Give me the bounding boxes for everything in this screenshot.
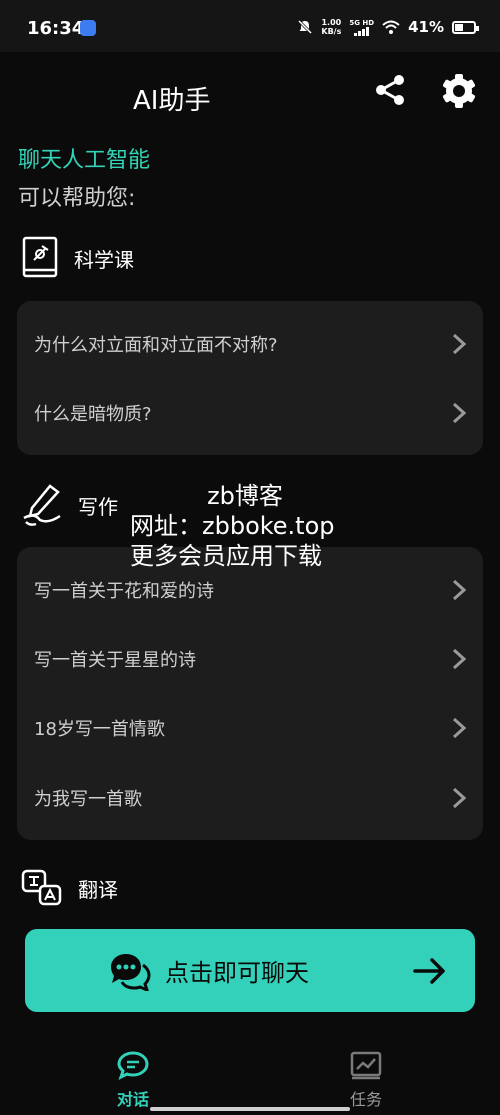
- writing-question-4[interactable]: 为我写一首歌: [34, 773, 466, 823]
- net-speed-value: 1.00: [321, 18, 342, 27]
- chevron-right-icon: [452, 717, 466, 739]
- page-title: AI助手: [133, 86, 211, 116]
- net-speed: 1.00 KB/s: [321, 18, 341, 36]
- status-bar: 16:34 1.00 KB/s 5G HD 41%: [0, 0, 500, 52]
- science-question-1[interactable]: 为什么对立面和对立面不对称?: [34, 319, 466, 369]
- chart-tab-icon: [350, 1051, 382, 1080]
- question-text: 18岁写一首情歌: [34, 719, 165, 740]
- question-text: 什么是暗物质?: [34, 404, 152, 425]
- watermark-line2: 网址：zbboke.top: [130, 512, 335, 540]
- writing-question-1[interactable]: 写一首关于花和爱的诗: [34, 565, 466, 615]
- status-right: 1.00 KB/s 5G HD 41%: [297, 18, 479, 36]
- question-text: 写一首关于星星的诗: [34, 650, 196, 671]
- section-science-label: 科学课: [74, 247, 134, 272]
- intro-title: 聊天人工智能: [18, 148, 151, 173]
- chevron-right-icon: [452, 648, 466, 670]
- wifi-icon: [382, 20, 400, 34]
- science-card: 为什么对立面和对立面不对称? 什么是暗物质?: [17, 301, 483, 455]
- cell-signal: 5G HD: [349, 19, 374, 36]
- chevron-right-icon: [452, 787, 466, 809]
- question-text: 写一首关于花和爱的诗: [34, 581, 214, 602]
- section-writing-label: 写作: [78, 494, 118, 519]
- watermark-overlay: zb博客 网址：zbboke.top 更多会员应用下载: [130, 481, 360, 571]
- settings-gear-icon[interactable]: [440, 72, 478, 110]
- share-icon[interactable]: [372, 72, 408, 108]
- start-chat-label: 点击即可聊天: [165, 959, 309, 987]
- section-science-header: 科学课: [20, 236, 134, 280]
- writing-question-3[interactable]: 18岁写一首情歌: [34, 703, 466, 753]
- muted-bell-icon: [298, 19, 313, 35]
- battery-percent: 41%: [408, 18, 444, 36]
- writing-question-2[interactable]: 写一首关于星星的诗: [34, 634, 466, 684]
- start-chat-button[interactable]: 点击即可聊天: [25, 929, 475, 1012]
- tab-tasks[interactable]: 任务: [326, 1050, 406, 1110]
- writing-hand-icon: [23, 484, 61, 526]
- chevron-right-icon: [452, 333, 466, 355]
- watermark-line3: 更多会员应用下载: [130, 542, 322, 570]
- arrow-right-icon: [413, 958, 445, 984]
- net-speed-unit: KB/s: [321, 27, 342, 36]
- chat-bubbles-icon: [111, 954, 151, 991]
- intro-subtitle: 可以帮助您:: [18, 186, 136, 211]
- section-translate-label: 翻译: [78, 877, 118, 902]
- chat-tab-icon: [117, 1051, 149, 1080]
- tab-chat[interactable]: 对话: [93, 1050, 173, 1110]
- status-time: 16:34: [27, 18, 85, 39]
- science-book-icon: [22, 236, 58, 278]
- chevron-right-icon: [452, 402, 466, 424]
- home-indicator[interactable]: [150, 1107, 350, 1111]
- chevron-right-icon: [452, 579, 466, 601]
- section-translate-header: 翻译: [20, 868, 118, 908]
- writing-card: 写一首关于花和爱的诗 写一首关于星星的诗 18岁写一首情歌 为我写一首歌: [17, 547, 483, 840]
- signal-label: 5G HD: [349, 18, 375, 27]
- question-text: 为什么对立面和对立面不对称?: [34, 335, 278, 356]
- watermark-line1: zb博客: [207, 482, 283, 510]
- section-writing-header: 写作: [20, 482, 118, 528]
- question-text: 为我写一首歌: [34, 789, 142, 810]
- app-notification-icon: [80, 20, 96, 36]
- translate-icon: [21, 869, 62, 906]
- battery-icon: [452, 20, 479, 34]
- bottom-tab-bar: 对话 任务: [0, 1040, 500, 1115]
- signal-bars-icon: [353, 26, 369, 36]
- science-question-2[interactable]: 什么是暗物质?: [34, 388, 466, 438]
